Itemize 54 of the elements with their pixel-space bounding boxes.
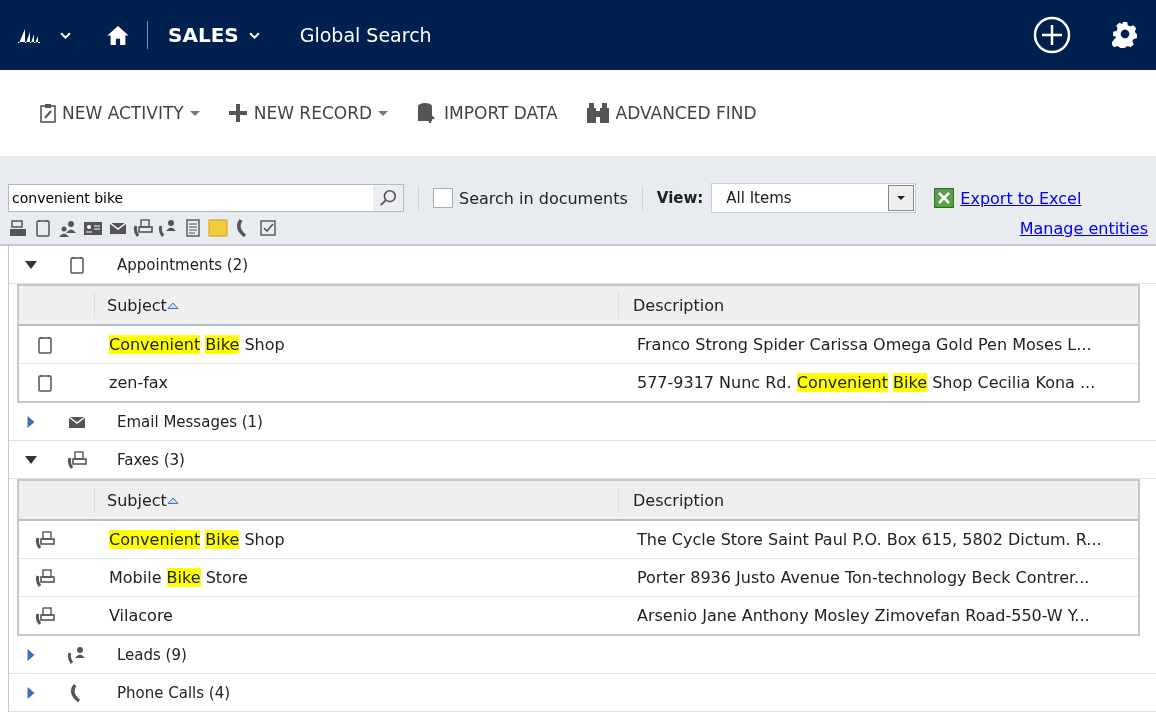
table-cell-text: Franco Strong Spider Carissa Omega Gold Pen Moses L... (636, 335, 1092, 354)
chevron-down-icon[interactable] (248, 31, 260, 39)
spreadsheet-icon (934, 188, 955, 208)
home-icon[interactable] (107, 25, 129, 45)
table-cell-text: 577-9317 Nunc Rd. Convenient Bike Shop Cecilia Kona ... (636, 373, 1096, 392)
area-menu[interactable]: SALES (168, 23, 239, 47)
collapse-arrow-icon[interactable] (25, 260, 37, 269)
group-title[interactable]: Phone Calls (4) (117, 683, 231, 702)
group-title[interactable]: Appointments (2) (117, 255, 249, 274)
group-title[interactable]: Leads (9) (117, 645, 187, 664)
binoculars-icon (585, 102, 610, 124)
table-cell[interactable]: zen-fax (95, 373, 619, 392)
view-label: View: (656, 189, 704, 207)
column-header[interactable]: Subject (95, 487, 619, 513)
table-cell-text: The Cycle Store Saint Paul P.O. Box 615, 5802 Dictum. R... (636, 530, 1102, 549)
search-icon (379, 189, 397, 207)
sails-logo-icon[interactable] (18, 27, 42, 43)
command-button[interactable]: IMPORT DATA (416, 102, 558, 124)
export-link[interactable]: Export to Excel (960, 188, 1082, 208)
manage-entities-link[interactable]: Manage entities (1019, 218, 1148, 238)
group-title[interactable]: Faxes (3) (117, 450, 185, 469)
expand-arrow-icon[interactable] (25, 686, 37, 699)
chevron-down-icon[interactable] (60, 31, 71, 39)
search-field[interactable]: convenient bike (9, 190, 373, 206)
add-icon[interactable] (1032, 15, 1072, 55)
column-header[interactable]: Description (619, 490, 725, 510)
sort-ascending-icon (166, 496, 179, 504)
search-button[interactable] (373, 185, 403, 211)
page-title: Global Search (299, 24, 432, 46)
table-cell[interactable]: Convenient Bike Shop (95, 530, 619, 549)
dropdown-arrow-icon (897, 196, 906, 200)
column-header[interactable]: Description (619, 295, 725, 315)
table-cell[interactable]: Mobile Bike Store (95, 568, 619, 587)
contact-icon[interactable] (58, 218, 78, 238)
command-button[interactable]: NEW RECORD (227, 103, 389, 123)
table-cell[interactable]: Vilacore (95, 606, 619, 625)
group-title[interactable]: Email Messages (1) (117, 412, 263, 431)
clipboard-icon (40, 103, 56, 123)
command-button[interactable]: NEW ACTIVITY (40, 103, 200, 123)
view-dropdown[interactable]: All Items (711, 183, 917, 213)
plus-icon (227, 103, 248, 123)
command-button[interactable]: ADVANCED FIND (585, 102, 757, 124)
sort-ascending-icon (166, 301, 179, 309)
collapse-arrow-icon[interactable] (25, 455, 37, 464)
table-cell-text: Arsenio Jane Anthony Mosley Zimovefan Road-550-W Y... (636, 606, 1090, 625)
table-cell-text: Porter 8936 Justo Avenue Ton-technology Beck Contrer... (636, 568, 1090, 587)
table-cell[interactable]: Convenient Bike Shop (95, 335, 619, 354)
search-box[interactable]: convenient bike (8, 184, 404, 212)
settings-icon[interactable] (1112, 22, 1138, 48)
expand-arrow-icon[interactable] (25, 648, 37, 661)
expand-arrow-icon[interactable] (25, 415, 37, 428)
checkbox[interactable] (433, 188, 453, 208)
checkbox-label: Search in documents (459, 188, 628, 208)
column-header[interactable]: Subject (95, 292, 619, 318)
